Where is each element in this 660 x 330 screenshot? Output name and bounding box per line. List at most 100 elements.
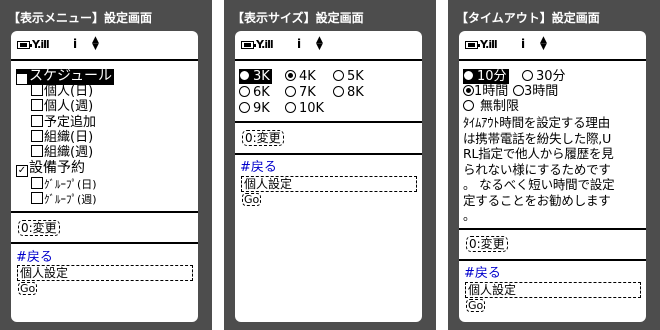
phone-screen: Y.ill i ▲▼ 3K 4K 5K 6K 7K 8K 9K 10K 0:変 [235, 31, 422, 322]
menu-item-equipment[interactable]: ✓ 設備予約 [16, 161, 85, 177]
back-link[interactable]: #戻る [240, 160, 277, 175]
battery-icon [465, 41, 480, 49]
size-option-3k[interactable]: 3K [239, 69, 272, 84]
description-line: 。 なるべく短い時間で設定 [463, 177, 615, 192]
size-option-6k[interactable]: 6K [239, 85, 270, 100]
back-link[interactable]: #戻る [16, 250, 53, 265]
page-select-field[interactable]: 個人設定 [17, 265, 193, 281]
timeout-option-1h[interactable]: 1時間 [463, 84, 508, 99]
checkbox-icon[interactable] [31, 192, 43, 204]
menu-item[interactable]: 個人(日) [31, 84, 93, 99]
timeout-option-unlimited[interactable]: 無制限 [463, 99, 519, 114]
menu-item[interactable]: 個人(週) [31, 99, 93, 114]
description-line: 定することをお勧めします [463, 192, 611, 208]
menu-item[interactable]: 予定追加 [31, 115, 96, 130]
checkbox-icon[interactable]: ✓ [16, 165, 28, 177]
checkbox-icon[interactable] [31, 115, 43, 127]
checkbox-icon[interactable] [31, 130, 43, 142]
divider [11, 242, 198, 244]
panel-title: 【表示サイズ】設定画面 [232, 11, 364, 25]
size-option-5k[interactable]: 5K [333, 69, 364, 84]
radio-icon[interactable] [239, 102, 250, 113]
item-label: 組織(日) [44, 130, 94, 145]
size-option-10k[interactable]: 10K [285, 101, 324, 116]
battery-icon [241, 41, 256, 49]
item-label: ｸﾞﾙｰﾌﾟ(週) [44, 193, 97, 206]
menu-item[interactable]: ｸﾞﾙｰﾌﾟ(日) [31, 177, 97, 192]
size-option-7k[interactable]: 7K [285, 85, 316, 100]
radio-icon[interactable] [522, 70, 533, 81]
item-label: ｸﾞﾙｰﾌﾟ(日) [44, 178, 97, 191]
timeout-panel: 【タイムアウト】設定画面 Y.ill i ▲ ▼ 10分 30分 1時間 3時間 … [448, 0, 660, 330]
option-label: 30分 [536, 69, 566, 84]
divider [235, 59, 422, 61]
checkbox-icon[interactable] [31, 99, 43, 111]
display-menu-panel: 【表示メニュー】設定画面 Y.ill i ▲ ▼ ✓ スケジュール 個人(日) 個人… [0, 0, 212, 330]
scroll-arrows-icon: ▲ ▼ [92, 35, 99, 52]
info-icon: i [521, 37, 526, 51]
menu-item[interactable]: ｸﾞﾙｰﾌﾟ(週) [31, 192, 97, 207]
option-label: 3K [253, 69, 270, 84]
page-select-field[interactable]: 個人設定 [465, 282, 641, 298]
change-button[interactable]: 0:変更 [466, 236, 508, 252]
back-link[interactable]: #戻る [464, 266, 501, 281]
option-label: 10K [299, 101, 325, 116]
radio-icon[interactable] [333, 86, 344, 97]
go-button[interactable]: Go [466, 299, 486, 312]
info-icon: i [297, 37, 302, 51]
option-label: 無制限 [480, 99, 520, 114]
timeout-option-30min[interactable]: 30分 [522, 69, 566, 84]
checkbox-icon[interactable] [31, 145, 43, 157]
change-button[interactable]: 0:変更 [18, 220, 60, 236]
divider [235, 153, 422, 155]
description-line: ﾀｲﾑｱｳﾄ時間を設定する理由 [463, 115, 611, 130]
option-label: 3時間 [524, 84, 559, 99]
radio-selected-icon[interactable] [463, 85, 474, 96]
phone-screen: Y.ill i ▲ ▼ ✓ スケジュール 個人(日) 個人(週) 予定追加 組織(日… [11, 31, 198, 322]
item-label: 設備予約 [29, 160, 85, 176]
option-label: 5K [347, 69, 364, 84]
radio-icon[interactable] [333, 70, 344, 81]
item-label: スケジュール [29, 68, 113, 84]
item-label: 組織(週) [44, 145, 94, 160]
radio-icon[interactable] [239, 86, 250, 97]
timeout-option-10min[interactable]: 10分 [463, 69, 509, 84]
panel-title: 【表示メニュー】設定画面 [8, 11, 153, 25]
go-button[interactable]: Go [242, 193, 262, 206]
menu-item[interactable]: 組織(週) [31, 145, 93, 160]
radio-icon[interactable] [463, 70, 474, 81]
page-select-field[interactable]: 個人設定 [241, 176, 417, 192]
option-label: 1時間 [474, 84, 509, 99]
phone-screen: Y.ill i ▲ ▼ 10分 30分 1時間 3時間 無制限 ﾀｲﾑｱｳﾄ時間を… [459, 31, 646, 322]
option-label: 10分 [477, 69, 507, 84]
antenna-icon: Y.ill [480, 38, 498, 51]
display-size-panel: 【表示サイズ】設定画面 Y.ill i ▲ ▼ 3K 4K 5K 6K 7K 8K… [224, 0, 436, 330]
timeout-option-3h[interactable]: 3時間 [513, 84, 558, 99]
antenna-icon: Y.ill [256, 38, 274, 51]
size-option-9k[interactable]: 9K [239, 101, 270, 116]
radio-icon[interactable] [463, 100, 474, 111]
radio-icon[interactable] [513, 85, 524, 96]
divider [11, 211, 198, 213]
checkbox-icon[interactable]: ✓ [16, 73, 28, 85]
radio-icon[interactable] [239, 70, 250, 81]
menu-item[interactable]: 組織(日) [31, 130, 93, 145]
go-button[interactable]: Go [18, 282, 38, 295]
radio-icon[interactable] [285, 102, 296, 113]
checkbox-icon[interactable] [31, 84, 43, 96]
radio-selected-icon[interactable] [285, 70, 296, 81]
size-option-8k[interactable]: 8K [333, 85, 364, 100]
size-option-4k[interactable]: 4K [285, 69, 316, 84]
checkbox-icon[interactable] [31, 177, 43, 189]
menu-item-schedule[interactable]: ✓ スケジュール [16, 68, 115, 85]
radio-icon[interactable] [285, 86, 296, 97]
option-label: 8K [347, 85, 364, 100]
divider [459, 59, 646, 61]
item-label: 個人(日) [44, 84, 94, 99]
item-label: 予定追加 [44, 115, 97, 130]
divider [11, 59, 198, 61]
option-label: 6K [253, 85, 270, 100]
description-line: られない様にするためです [463, 161, 611, 177]
battery-icon [17, 41, 32, 49]
change-button[interactable]: 0:変更 [242, 130, 284, 146]
